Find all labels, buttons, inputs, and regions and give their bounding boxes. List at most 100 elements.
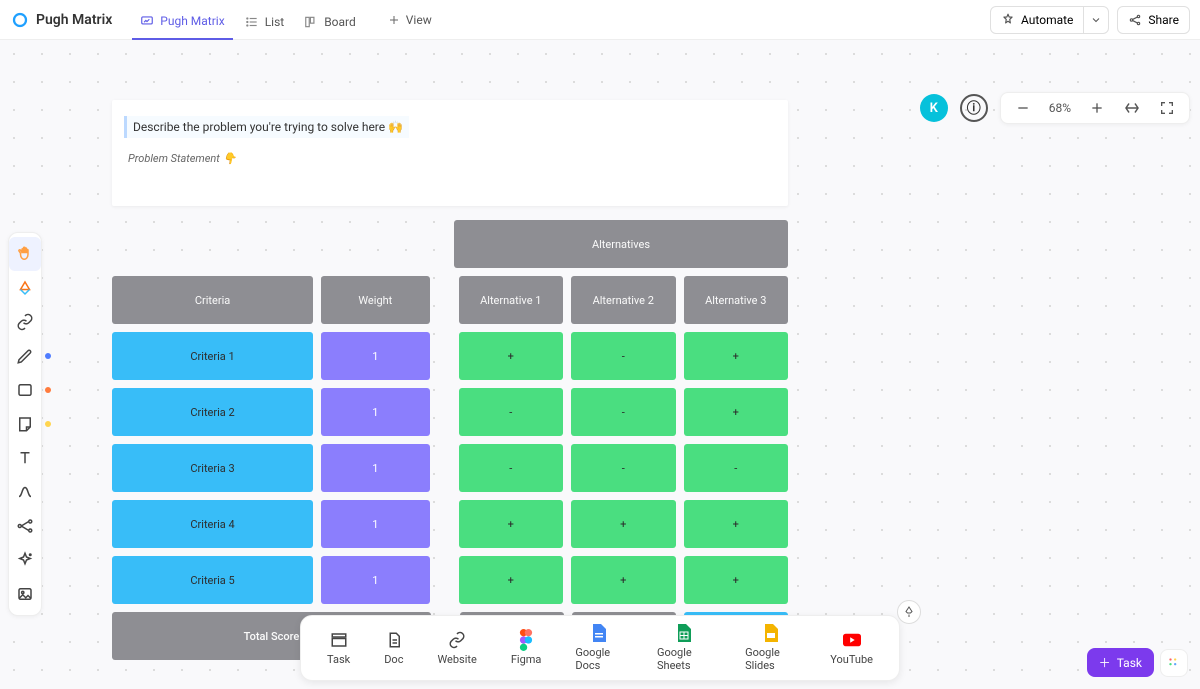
problem-prompt[interactable]: Describe the problem you're trying to so… xyxy=(124,116,409,138)
weight-header-cell[interactable]: Weight xyxy=(321,276,429,324)
value-cell[interactable]: - xyxy=(571,332,675,380)
sticky-note-tool[interactable] xyxy=(9,407,41,441)
weight-cell[interactable]: 1 xyxy=(321,556,429,604)
rectangle-tool[interactable] xyxy=(9,373,41,407)
weight-cell[interactable]: 1 xyxy=(321,332,429,380)
dock-task-button[interactable]: Task xyxy=(327,631,350,666)
dock-website-button[interactable]: Website xyxy=(437,631,476,666)
value-cell[interactable]: - xyxy=(571,388,675,436)
alt2-header-cell[interactable]: Alternative 2 xyxy=(571,276,675,324)
shapes-tool[interactable] xyxy=(9,271,41,305)
dock-label: Website xyxy=(437,653,476,666)
tab-list[interactable]: List xyxy=(237,0,293,40)
value-cell[interactable]: + xyxy=(571,500,675,548)
criteria-cell[interactable]: Criteria 4 xyxy=(112,500,313,548)
dock-doc-button[interactable]: Doc xyxy=(384,631,403,666)
zoom-in-button[interactable] xyxy=(1089,100,1105,116)
value-cell[interactable]: + xyxy=(684,388,788,436)
figma-icon xyxy=(517,631,535,649)
app-header: Pugh Matrix Pugh Matrix List Board View xyxy=(0,0,1200,40)
automate-chevron-button[interactable] xyxy=(1083,7,1108,33)
task-icon xyxy=(330,631,348,649)
dock-label: Google Sheets xyxy=(657,646,711,672)
tab-label: List xyxy=(265,15,285,29)
weight-cell[interactable]: 1 xyxy=(321,500,429,548)
link-tool[interactable] xyxy=(9,305,41,339)
value-cell[interactable]: + xyxy=(684,556,788,604)
automate-icon xyxy=(1001,13,1015,27)
dock-label: Figma xyxy=(511,653,542,666)
gsheets-icon xyxy=(675,624,693,642)
dock-label: Google Slides xyxy=(745,646,796,672)
criteria-header-cell[interactable]: Criteria xyxy=(112,276,313,324)
dock-gdocs-button[interactable]: Google Docs xyxy=(575,624,623,672)
tab-whiteboard[interactable]: Pugh Matrix xyxy=(132,0,232,40)
fit-width-button[interactable] xyxy=(1123,99,1141,117)
add-view-label: View xyxy=(406,13,432,27)
value-cell[interactable]: + xyxy=(459,500,563,548)
view-tabs: Pugh Matrix List Board View xyxy=(132,0,441,40)
create-task-fab: ＋ Task xyxy=(1087,648,1188,677)
mindmap-tool[interactable] xyxy=(9,509,41,543)
criteria-cell[interactable]: Criteria 2 xyxy=(112,388,313,436)
pin-dock-button[interactable] xyxy=(897,600,921,624)
doc-icon xyxy=(385,631,403,649)
dock-label: Doc xyxy=(384,653,403,666)
fullscreen-button[interactable] xyxy=(1159,100,1175,116)
pen-tool[interactable] xyxy=(9,339,41,373)
list-icon xyxy=(245,15,259,29)
value-cell[interactable]: - xyxy=(684,444,788,492)
dock-label: Task xyxy=(327,653,350,666)
value-cell[interactable]: - xyxy=(459,444,563,492)
info-icon[interactable]: ⓘ xyxy=(960,94,988,122)
zoom-out-button[interactable] xyxy=(1015,100,1031,116)
value-cell[interactable]: + xyxy=(459,556,563,604)
weight-cell[interactable]: 1 xyxy=(321,444,429,492)
text-tool[interactable] xyxy=(9,441,41,475)
value-cell[interactable]: + xyxy=(571,556,675,604)
user-avatar[interactable]: K xyxy=(920,94,948,122)
create-task-button[interactable]: ＋ Task xyxy=(1087,648,1154,677)
value-cell[interactable]: + xyxy=(684,500,788,548)
image-tool[interactable] xyxy=(9,577,41,611)
criteria-cell[interactable]: Criteria 3 xyxy=(112,444,313,492)
share-button[interactable]: Share xyxy=(1117,6,1190,34)
dock-youtube-button[interactable]: YouTube xyxy=(830,631,873,666)
alt1-header-cell[interactable]: Alternative 1 xyxy=(459,276,563,324)
pugh-matrix: Alternatives Criteria Weight Alternative… xyxy=(112,220,788,668)
share-label: Share xyxy=(1148,13,1179,27)
plus-icon: ＋ xyxy=(1099,654,1111,671)
youtube-icon xyxy=(843,631,861,649)
automate-button[interactable]: Automate xyxy=(991,7,1083,33)
alt3-header-cell[interactable]: Alternative 3 xyxy=(684,276,788,324)
value-cell[interactable]: + xyxy=(459,332,563,380)
weight-cell[interactable]: 1 xyxy=(321,388,429,436)
gslides-icon xyxy=(762,624,780,642)
zoom-controls: 68% xyxy=(1000,92,1190,124)
problem-statement-card[interactable]: Describe the problem you're trying to so… xyxy=(112,100,788,206)
connector-tool[interactable] xyxy=(9,475,41,509)
value-cell[interactable]: - xyxy=(571,444,675,492)
criteria-cell[interactable]: Criteria 1 xyxy=(112,332,313,380)
task-options-button[interactable] xyxy=(1160,649,1188,677)
alternatives-header-cell[interactable]: Alternatives xyxy=(454,220,788,268)
automate-split-button[interactable]: Automate xyxy=(990,6,1109,34)
problem-statement-label: Problem Statement 👇 xyxy=(124,152,776,165)
app-logo-icon xyxy=(10,10,30,30)
board-icon xyxy=(304,15,318,29)
criteria-cell[interactable]: Criteria 5 xyxy=(112,556,313,604)
dock-figma-button[interactable]: Figma xyxy=(511,631,542,666)
whiteboard-canvas[interactable]: K ⓘ 68% Describe the problem you're tryi… xyxy=(0,40,1200,689)
value-cell[interactable]: + xyxy=(684,332,788,380)
hand-tool[interactable] xyxy=(9,237,41,271)
dock-gsheets-button[interactable]: Google Sheets xyxy=(657,624,711,672)
canvas-toolbar xyxy=(8,232,42,616)
plus-icon xyxy=(388,14,400,26)
ai-tool[interactable] xyxy=(9,543,41,577)
add-view-button[interactable]: View xyxy=(378,9,442,31)
value-cell[interactable]: - xyxy=(459,388,563,436)
tab-label: Pugh Matrix xyxy=(160,14,224,28)
tab-board[interactable]: Board xyxy=(296,0,364,40)
dock-gslides-button[interactable]: Google Slides xyxy=(745,624,796,672)
automate-label: Automate xyxy=(1021,13,1073,27)
